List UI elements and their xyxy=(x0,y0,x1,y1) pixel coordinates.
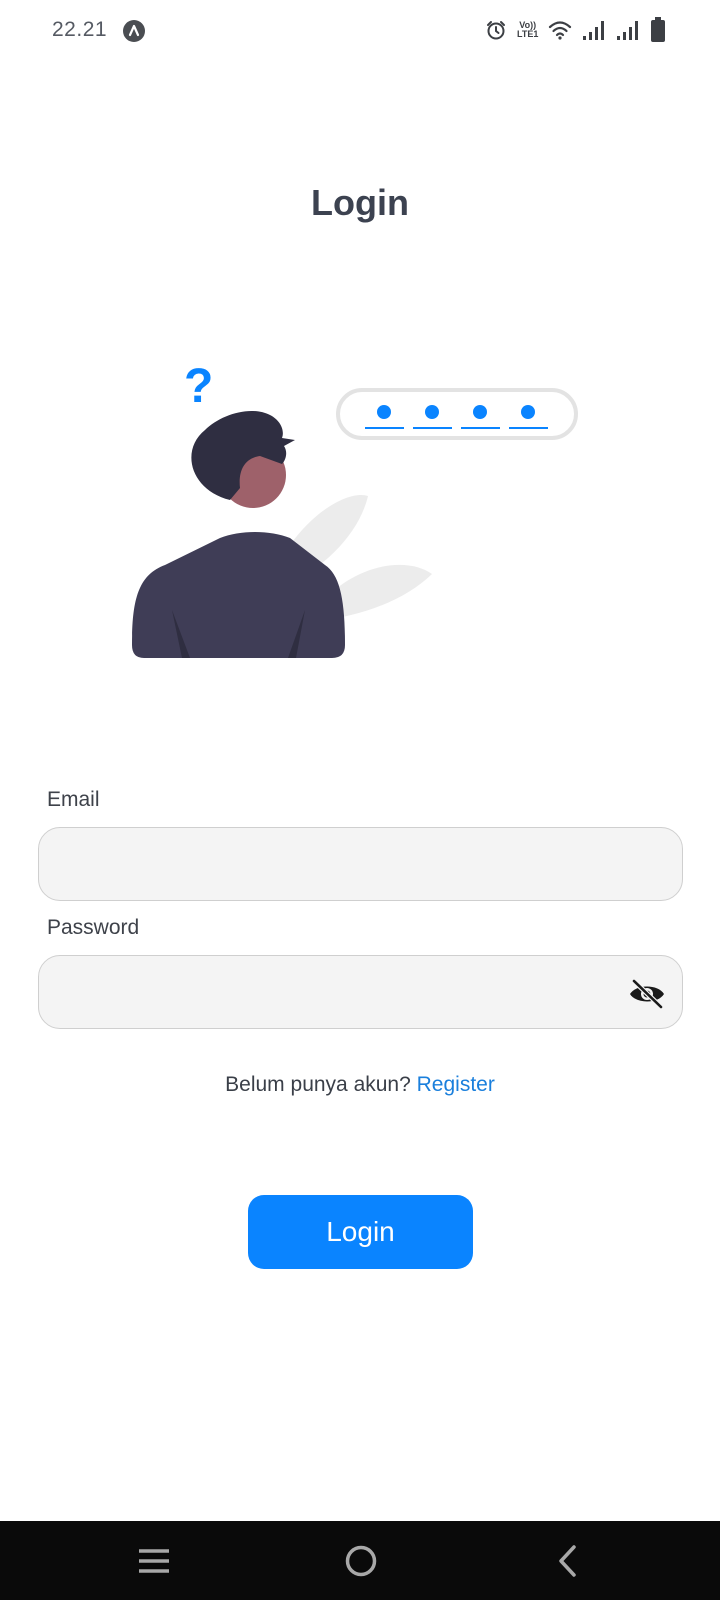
menu-icon[interactable] xyxy=(134,1541,174,1581)
password-field-container[interactable] xyxy=(38,955,683,1029)
system-nav-bar xyxy=(0,1521,720,1600)
question-mark: ? xyxy=(184,360,213,413)
alarm-icon xyxy=(485,19,507,41)
signal-icon xyxy=(582,19,606,41)
email-label: Email xyxy=(47,788,100,811)
back-icon[interactable] xyxy=(548,1541,588,1581)
register-prompt-row: Belum punya akun? Register xyxy=(0,1073,720,1097)
signal-icon xyxy=(616,19,640,41)
app-indicator-icon xyxy=(123,20,145,42)
home-icon[interactable] xyxy=(341,1541,381,1581)
password-label: Password xyxy=(47,916,140,939)
status-time: 22.21 xyxy=(52,18,108,41)
status-bar: 22.21 Vo)) LTE1 xyxy=(0,0,720,60)
email-field-container[interactable] xyxy=(38,827,683,901)
register-link[interactable]: Register xyxy=(417,1073,495,1096)
wifi-icon xyxy=(548,19,572,41)
page-title: Login xyxy=(311,182,409,223)
battery-icon xyxy=(650,17,666,43)
pin-bubble xyxy=(336,388,578,440)
volte-icon: Vo)) LTE1 xyxy=(517,20,539,39)
login-button[interactable]: Login xyxy=(248,1195,473,1269)
login-illustration: ? xyxy=(120,360,600,680)
eye-off-icon[interactable] xyxy=(628,978,666,1010)
email-field[interactable] xyxy=(39,828,682,900)
register-prompt-text: Belum punya akun? xyxy=(225,1073,411,1096)
password-field[interactable] xyxy=(39,956,682,1028)
status-icons: Vo)) LTE1 xyxy=(485,16,666,44)
